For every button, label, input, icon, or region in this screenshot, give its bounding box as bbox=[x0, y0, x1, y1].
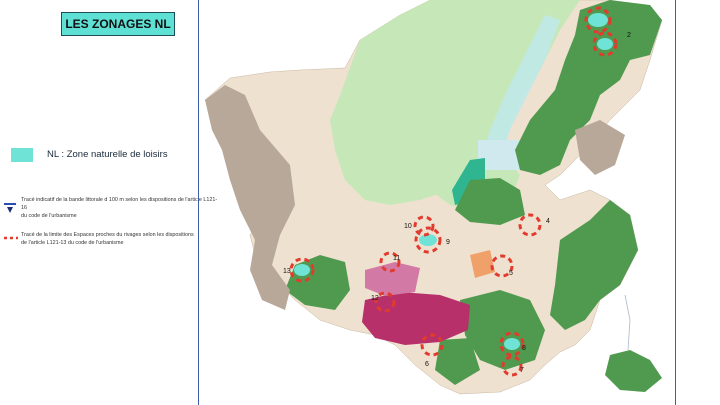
site-label: 10 bbox=[404, 223, 412, 230]
site-label: 9 bbox=[446, 239, 450, 246]
zoning-map[interactable]: 2 4 5 6 7 8 9 10 11 12 13 bbox=[0, 0, 720, 405]
site-label: 8 bbox=[522, 345, 526, 352]
island-path bbox=[624, 294, 631, 351]
island bbox=[605, 350, 662, 392]
site-label: 13 bbox=[283, 268, 291, 275]
site-label: 7 bbox=[520, 367, 524, 374]
site-label: 5 bbox=[509, 270, 513, 277]
site-label: 11 bbox=[393, 255, 400, 262]
site-label: 2 bbox=[627, 32, 631, 39]
site-label: 12 bbox=[371, 295, 379, 302]
hill-zone bbox=[575, 120, 625, 175]
site-label: 4 bbox=[546, 218, 550, 225]
site-label: 6 bbox=[425, 361, 429, 368]
